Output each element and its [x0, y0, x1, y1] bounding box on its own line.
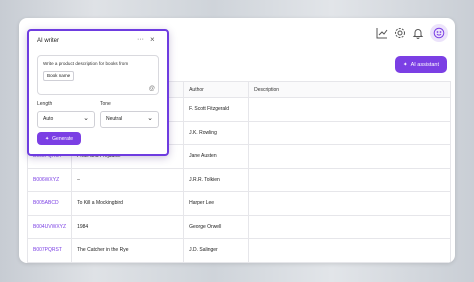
tone-value: Neutral — [106, 116, 123, 122]
book-title: To Kill a Mockingbird — [71, 191, 185, 216]
book-author: J.R.R. Tolkien — [183, 167, 250, 192]
ai-assistant-button[interactable]: ✦ AI assistant — [395, 56, 447, 73]
description-cell[interactable] — [248, 120, 451, 145]
ai-assistant-label: AI assistant — [410, 61, 440, 68]
book-author: F. Scott Fitzgerald — [183, 97, 250, 122]
gear-icon[interactable] — [394, 26, 408, 40]
chart-icon[interactable] — [376, 26, 390, 40]
product-code[interactable]: B004UVWXYZ — [26, 214, 73, 239]
description-cell[interactable] — [248, 214, 451, 239]
book-title: 1984 — [71, 214, 185, 239]
description-cell[interactable] — [248, 144, 451, 169]
book-name-chip[interactable]: Book name — [43, 71, 75, 81]
table-row[interactable]: B005ABCD To Kill a Mockingbird Harper Le… — [26, 191, 451, 216]
product-code[interactable]: B006WXYZ — [26, 167, 73, 192]
chevron-down-icon: ⌄ — [147, 115, 153, 122]
description-cell[interactable] — [248, 167, 451, 192]
product-code[interactable]: B007PQRST — [26, 238, 73, 263]
length-value: Auto — [43, 116, 54, 122]
length-label: Length — [37, 101, 53, 107]
smiley-icon[interactable] — [430, 24, 448, 42]
ai-writer-panel: AI writer ··· × Write a product descript… — [27, 29, 169, 156]
generate-label: Generate — [52, 135, 74, 142]
book-author: J.D. Salinger — [183, 238, 250, 263]
sparkle-icon: ✦ — [402, 61, 408, 68]
close-icon[interactable]: × — [150, 35, 155, 44]
table-row[interactable]: B007PQRST The Catcher in the Rye J.D. Sa… — [26, 238, 451, 263]
length-select[interactable]: Auto ⌄ — [37, 111, 95, 128]
column-header-description[interactable]: Description — [248, 81, 451, 98]
more-options-icon[interactable]: ··· — [137, 36, 144, 43]
book-author: J.K. Rowling — [183, 120, 250, 145]
column-header-author[interactable]: Author — [183, 81, 250, 98]
prompt-input[interactable]: Write a product description for books fr… — [37, 55, 159, 95]
tone-label: Tone — [100, 101, 111, 107]
product-code[interactable]: B005ABCD — [26, 191, 73, 216]
book-title: The Catcher in the Rye — [71, 238, 185, 263]
panel-title: AI writer — [37, 38, 60, 44]
book-author: Jane Austen — [183, 144, 250, 169]
tone-select[interactable]: Neutral ⌄ — [100, 111, 159, 128]
book-author: George Orwell — [183, 214, 250, 239]
generate-button[interactable]: ✦ Generate — [37, 132, 81, 145]
mention-icon[interactable]: @ — [149, 86, 155, 92]
description-cell[interactable] — [248, 191, 451, 216]
prompt-text: Write a product description for books fr… — [43, 61, 129, 66]
description-cell[interactable] — [248, 238, 451, 263]
chevron-down-icon: ⌄ — [83, 115, 89, 122]
description-cell[interactable] — [248, 97, 451, 122]
book-author: Harper Lee — [183, 191, 250, 216]
table-row[interactable]: B004UVWXYZ 1984 George Orwell — [26, 214, 451, 239]
book-title: – — [71, 167, 185, 192]
bell-icon[interactable] — [412, 26, 426, 40]
sparkle-icon: ✦ — [44, 135, 50, 142]
table-row[interactable]: B006WXYZ – J.R.R. Tolkien — [26, 167, 451, 192]
